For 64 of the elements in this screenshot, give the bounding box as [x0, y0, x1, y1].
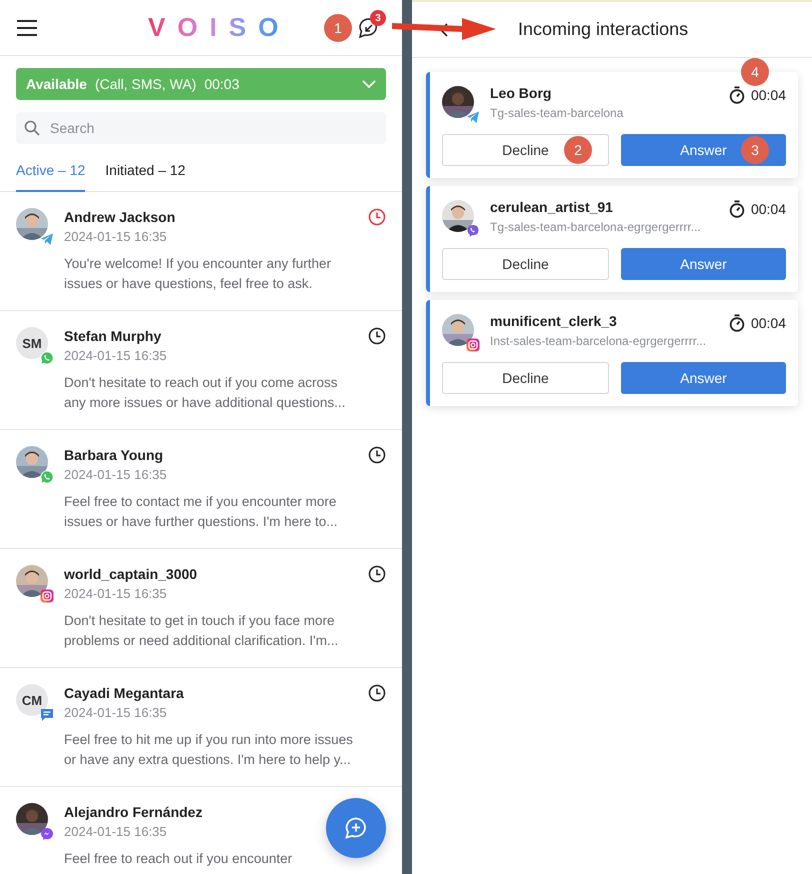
- menu-button[interactable]: [16, 18, 38, 36]
- timer: 00:04: [750, 315, 786, 331]
- answer-button[interactable]: Answer: [621, 362, 786, 394]
- stopwatch-icon: [728, 314, 745, 332]
- tab[interactable]: Active – 12: [16, 152, 86, 192]
- contact-name: munificent_clerk_3: [490, 312, 618, 330]
- phone-bubble-icon: [466, 224, 480, 238]
- contact-name: Alejandro Fernández: [64, 803, 202, 821]
- search-field[interactable]: Search: [16, 112, 386, 144]
- message-preview: Feel free to contact me if you encounter more issues or have further questions. I'm here to...: [64, 493, 338, 531]
- decline-button[interactable]: Decline: [442, 362, 609, 394]
- search-input[interactable]: Search: [48, 119, 378, 137]
- contact-name: Leo Borg: [490, 84, 552, 102]
- contact-name: Cayadi Megantara: [64, 684, 184, 702]
- lightning-bubble-icon: [40, 827, 54, 841]
- timer: 00:04: [750, 201, 786, 217]
- clock-icon: [368, 208, 386, 226]
- contact-name: Andrew Jackson: [64, 208, 176, 226]
- team-name: Tg-sales-team-barcelona: [490, 106, 624, 120]
- stopwatch-icon: [728, 200, 745, 218]
- contact-name: Stefan Murphy: [64, 327, 162, 345]
- message-icon: [40, 708, 54, 722]
- plus-bubble-icon: [344, 816, 368, 840]
- timer: 00:04: [750, 87, 786, 103]
- chevron-down-icon: [362, 80, 376, 88]
- camera-icon: [466, 338, 480, 352]
- phone-bubble-icon: [40, 470, 54, 484]
- timestamp: 2024-01-15 16:35: [64, 704, 167, 722]
- decline-button[interactable]: Decline: [442, 248, 609, 280]
- contact-name: world_captain_3000: [64, 565, 198, 583]
- phone-bubble-icon: [40, 351, 54, 365]
- timestamp: 2024-01-15 16:35: [64, 466, 167, 484]
- clock-icon: [368, 327, 386, 345]
- paper-plane-icon: [466, 110, 480, 124]
- panel-title: Incoming interactions: [518, 19, 690, 40]
- message-preview: Feel free to hit me up if you run into more issues or have any extra questions. I'm here to help y...: [64, 731, 354, 769]
- timestamp: 2024-01-15 16:35: [64, 585, 167, 603]
- conversation-item[interactable]: CM Cayadi Megantara 2024-01-15 16:35 Feel free to hit me up if you run into more issues or have any extra questions. I'm here to help y...: [0, 668, 402, 787]
- conversation-item[interactable]: SM Stefan Murphy 2024-01-15 16:35 Don't hesitate to reach out if you come across any more issues or have additional questions...: [0, 311, 402, 430]
- camera-icon: [40, 589, 54, 603]
- contact-name: Barbara Young: [64, 446, 164, 464]
- timestamp: 2024-01-15 16:35: [64, 228, 167, 246]
- tab[interactable]: Initiated – 12: [105, 152, 186, 192]
- team-name: Tg-sales-team-barcelona-egrgergerrrr...: [490, 220, 702, 234]
- message-preview: Feel free to reach out if you encounter: [64, 850, 294, 868]
- conversation-item[interactable]: world_captain_3000 2024-01-15 16:35 Don't hesitate to get in touch if you face more problems or need additional clarification. I'm...: [0, 549, 402, 668]
- message-preview: Don't hesitate to reach out if you come across any more issues or have additional questions...: [64, 374, 346, 412]
- stopwatch-icon: [728, 86, 745, 104]
- conversation-item[interactable]: Barbara Young 2024-01-15 16:35 Feel free to contact me if you encounter more issues or have further questions. I'm here to...: [0, 430, 402, 549]
- message-preview: You're welcome! If you encounter any further issues or have questions, feel free to ask.: [64, 255, 332, 293]
- clock-icon: [368, 684, 386, 702]
- search-icon: [24, 120, 40, 136]
- contact-name: cerulean_artist_91: [490, 198, 614, 216]
- conversation-item[interactable]: Andrew Jackson 2024-01-15 16:35 You're welcome! If you encounter any further issues or have questions, feel free to ask.: [0, 192, 402, 311]
- paper-plane-icon: [40, 232, 54, 246]
- message-preview: Don't hesitate to get in touch if you face more problems or need additional clarification. I'm...: [64, 612, 340, 650]
- timestamp: 2024-01-15 16:35: [64, 823, 167, 841]
- clock-icon: [368, 446, 386, 464]
- team-name: Inst-sales-team-barcelona-egrgergerrrr...: [490, 334, 708, 348]
- avatar-initials: CM: [16, 684, 48, 716]
- answer-button[interactable]: Answer: [621, 248, 786, 280]
- clock-icon: [368, 565, 386, 583]
- avatar-initials: SM: [16, 327, 48, 359]
- timestamp: 2024-01-15 16:35: [64, 347, 167, 365]
